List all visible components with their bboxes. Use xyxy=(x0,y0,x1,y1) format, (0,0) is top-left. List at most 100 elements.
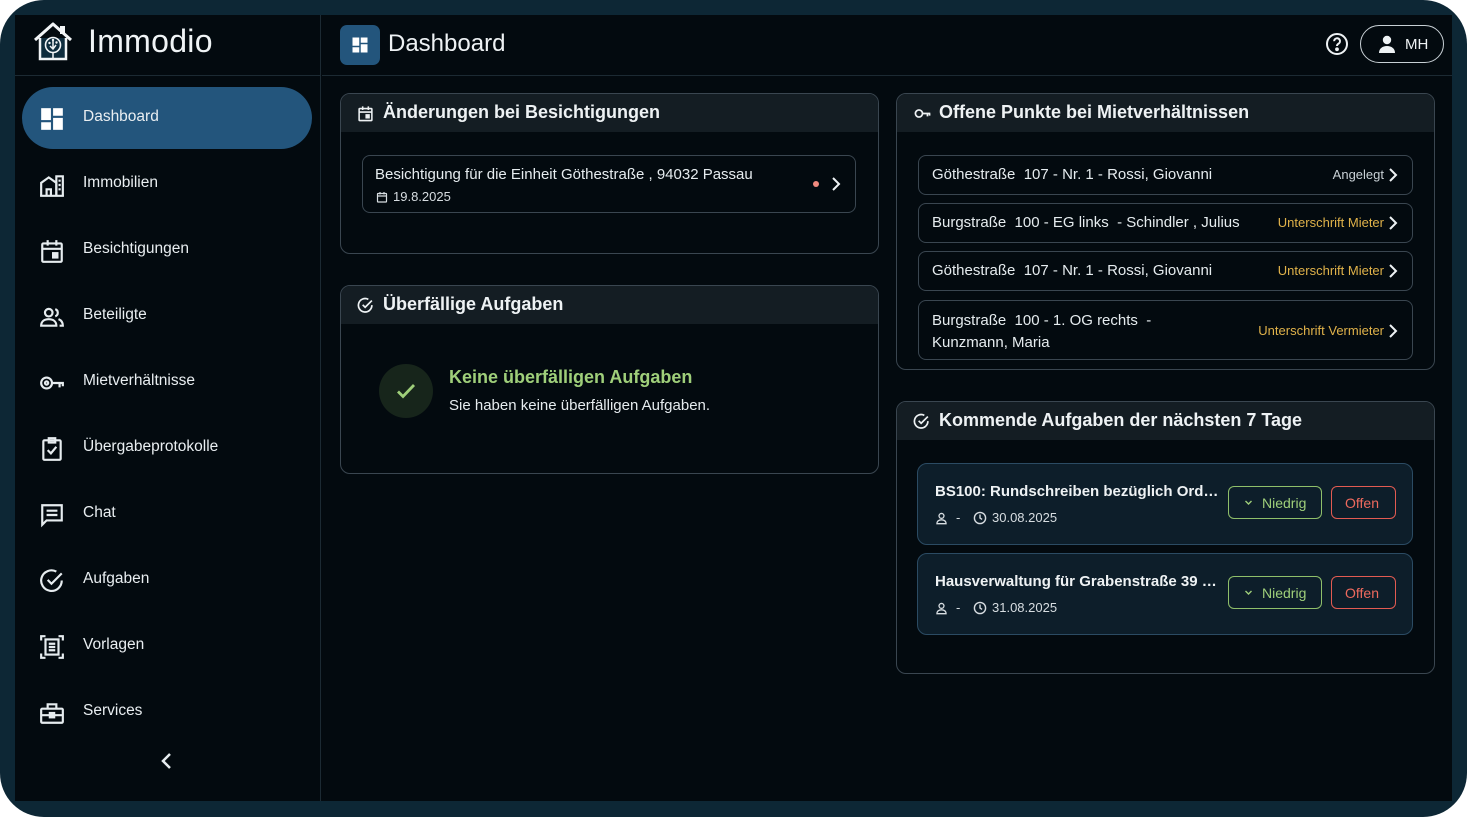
toolbox-icon xyxy=(40,703,64,724)
user-initials: MH xyxy=(1405,36,1429,53)
tenancy-item[interactable]: Burgstraße 100 - 1. OG rechts - Kunzmann… xyxy=(918,300,1413,360)
sidebar-item-vorlagen[interactable]: Vorlagen xyxy=(22,615,312,677)
clock-icon xyxy=(973,511,987,525)
sidebar-item-label: Vorlagen xyxy=(83,636,145,653)
tenancy-text: Göthestraße 107 - Nr. 1 - Rossi, Giovann… xyxy=(932,166,1213,183)
key-icon xyxy=(40,376,64,390)
tenancy-status: Unterschrift Vermieter xyxy=(1258,323,1384,338)
tenancy-item[interactable]: Göthestraße 107 - Nr. 1 - Rossi, Giovann… xyxy=(918,155,1413,195)
tenancy-text: Burgstraße 100 - 1. OG rechts - xyxy=(932,312,1152,329)
page-title: Dashboard xyxy=(388,30,506,57)
buildings-icon xyxy=(40,175,64,197)
status-badge[interactable]: Offen xyxy=(1331,486,1396,519)
upcoming-tasks-card: Kommende Aufgaben der nächsten 7 Tage BS… xyxy=(896,401,1435,674)
sidebar-item-immobilien[interactable]: Immobilien xyxy=(22,153,312,215)
app-name: Immodio xyxy=(88,23,213,59)
tenancy-text-line2: Kunzmann, Maria xyxy=(932,334,1050,351)
page-icon xyxy=(340,25,380,65)
check-circle-icon xyxy=(40,569,63,592)
task-title: BS100: Rundschreiben bezüglich Ordnu... xyxy=(935,483,1220,500)
chevron-right-icon xyxy=(1389,264,1398,278)
chevron-down-icon xyxy=(1245,590,1252,595)
tenancy-text: Burgstraße 100 - EG links - Schindler , … xyxy=(932,214,1240,231)
sidebar-item-services[interactable]: Services xyxy=(22,681,312,743)
viewings-card: Änderungen bei Besichtigungen Besichtigu… xyxy=(340,93,879,254)
priority-label: Niedrig xyxy=(1262,495,1307,511)
chevron-right-icon xyxy=(1389,168,1398,182)
chevron-down-icon xyxy=(1245,500,1252,505)
person-icon xyxy=(936,602,947,615)
dashboard-icon xyxy=(352,37,368,53)
clock-icon xyxy=(973,601,987,615)
sidebar-item-uebergabeprotokolle[interactable]: Übergabeprotokolle xyxy=(22,417,312,479)
status-badge[interactable]: Offen xyxy=(1331,576,1396,609)
empty-state-title: Keine überfälligen Aufgaben xyxy=(449,367,693,387)
task-item[interactable]: Hausverwaltung für Grabenstraße 39 T... … xyxy=(917,553,1413,635)
chevron-right-icon xyxy=(832,177,841,191)
tenancy-status: Unterschrift Mieter xyxy=(1277,215,1384,230)
checkmark-icon xyxy=(397,384,416,399)
task-assignee: - xyxy=(956,600,961,615)
tenancies-card: Offene Punkte bei Mietverhältnissen Göth… xyxy=(896,93,1435,370)
status-label: Offen xyxy=(1345,495,1379,511)
task-due-date: 30.08.2025 xyxy=(992,510,1058,525)
sidebar-item-chat[interactable]: Chat xyxy=(22,483,312,545)
card-header: Änderungen bei Besichtigungen xyxy=(341,94,878,132)
sidebar-item-label: Immobilien xyxy=(83,174,158,191)
card-title: Änderungen bei Besichtigungen xyxy=(383,102,661,122)
priority-dropdown[interactable]: Niedrig xyxy=(1228,576,1322,609)
sidebar-item-label: Besichtigungen xyxy=(83,240,189,257)
card-title: Kommende Aufgaben der nächsten 7 Tage xyxy=(939,410,1303,430)
tenancy-item[interactable]: Burgstraße 100 - EG links - Schindler , … xyxy=(918,203,1413,243)
calendar-icon xyxy=(376,192,388,203)
template-icon xyxy=(40,635,64,659)
success-badge xyxy=(379,364,433,418)
brand: Immodio xyxy=(15,15,321,76)
chevron-right-icon xyxy=(1389,216,1398,230)
sidebar-item-label: Aufgaben xyxy=(83,570,150,587)
sidebar-item-aufgaben[interactable]: Aufgaben xyxy=(22,549,312,611)
viewing-item[interactable]: Besichtigung für die Einheit Göthestraße… xyxy=(362,155,856,213)
sidebar-item-mietverhaeltnisse[interactable]: Mietverhältnisse xyxy=(22,351,312,413)
sidebar-item-label: Übergabeprotokolle xyxy=(83,438,219,455)
sidebar-item-beteiligte[interactable]: Beteiligte xyxy=(22,285,312,347)
card-header: Offene Punkte bei Mietverhältnissen xyxy=(897,94,1434,132)
card-title: Offene Punkte bei Mietverhältnissen xyxy=(939,102,1250,122)
app-screen: Immodio Dashboard Immobilien Besichtigun… xyxy=(15,15,1452,801)
tenancy-item[interactable]: Göthestraße 107 - Nr. 1 - Rossi, Giovann… xyxy=(918,251,1413,291)
empty-state-text: Sie haben keine überfälligen Aufgaben. xyxy=(449,397,711,414)
task-item[interactable]: BS100: Rundschreiben bezüglich Ordnu... … xyxy=(917,463,1413,545)
dashboard-icon xyxy=(41,108,63,130)
user-menu-button[interactable]: MH xyxy=(1360,25,1444,63)
tenancy-status: Angelegt xyxy=(1332,167,1384,182)
viewing-text: Besichtigung für die Einheit Göthestraße… xyxy=(375,166,753,183)
sidebar: Immodio Dashboard Immobilien Besichtigun… xyxy=(15,15,321,801)
viewing-date: 19.8.2025 xyxy=(393,189,451,204)
clipboard-check-icon xyxy=(42,437,62,461)
house-logo-icon xyxy=(34,22,72,61)
unread-dot xyxy=(813,181,819,187)
chat-icon xyxy=(41,504,63,528)
overdue-card: Überfällige Aufgaben Keine überfälligen … xyxy=(340,285,879,474)
sidebar-item-label: Dashboard xyxy=(83,108,159,125)
chevron-left-icon[interactable] xyxy=(155,749,179,773)
task-assignee: - xyxy=(956,510,961,525)
people-icon xyxy=(40,307,64,327)
tenancy-text: Göthestraße 107 - Nr. 1 - Rossi, Giovann… xyxy=(932,262,1213,279)
help-icon[interactable] xyxy=(1325,32,1349,56)
calendar-icon xyxy=(41,240,63,263)
check-circle-icon xyxy=(357,297,373,313)
person-icon xyxy=(936,512,947,525)
task-due-date: 31.08.2025 xyxy=(992,600,1058,615)
priority-dropdown[interactable]: Niedrig xyxy=(1228,486,1322,519)
sidebar-item-dashboard[interactable]: Dashboard xyxy=(22,87,312,149)
sidebar-item-label: Mietverhältnisse xyxy=(83,372,195,389)
calendar-icon xyxy=(358,106,373,122)
key-icon xyxy=(914,109,931,118)
priority-label: Niedrig xyxy=(1262,585,1307,601)
sidebar-item-label: Chat xyxy=(83,504,116,521)
card-header: Kommende Aufgaben der nächsten 7 Tage xyxy=(897,402,1434,440)
sidebar-item-label: Beteiligte xyxy=(83,306,147,323)
card-title: Überfällige Aufgaben xyxy=(383,294,564,314)
sidebar-item-besichtigungen[interactable]: Besichtigungen xyxy=(22,219,312,281)
